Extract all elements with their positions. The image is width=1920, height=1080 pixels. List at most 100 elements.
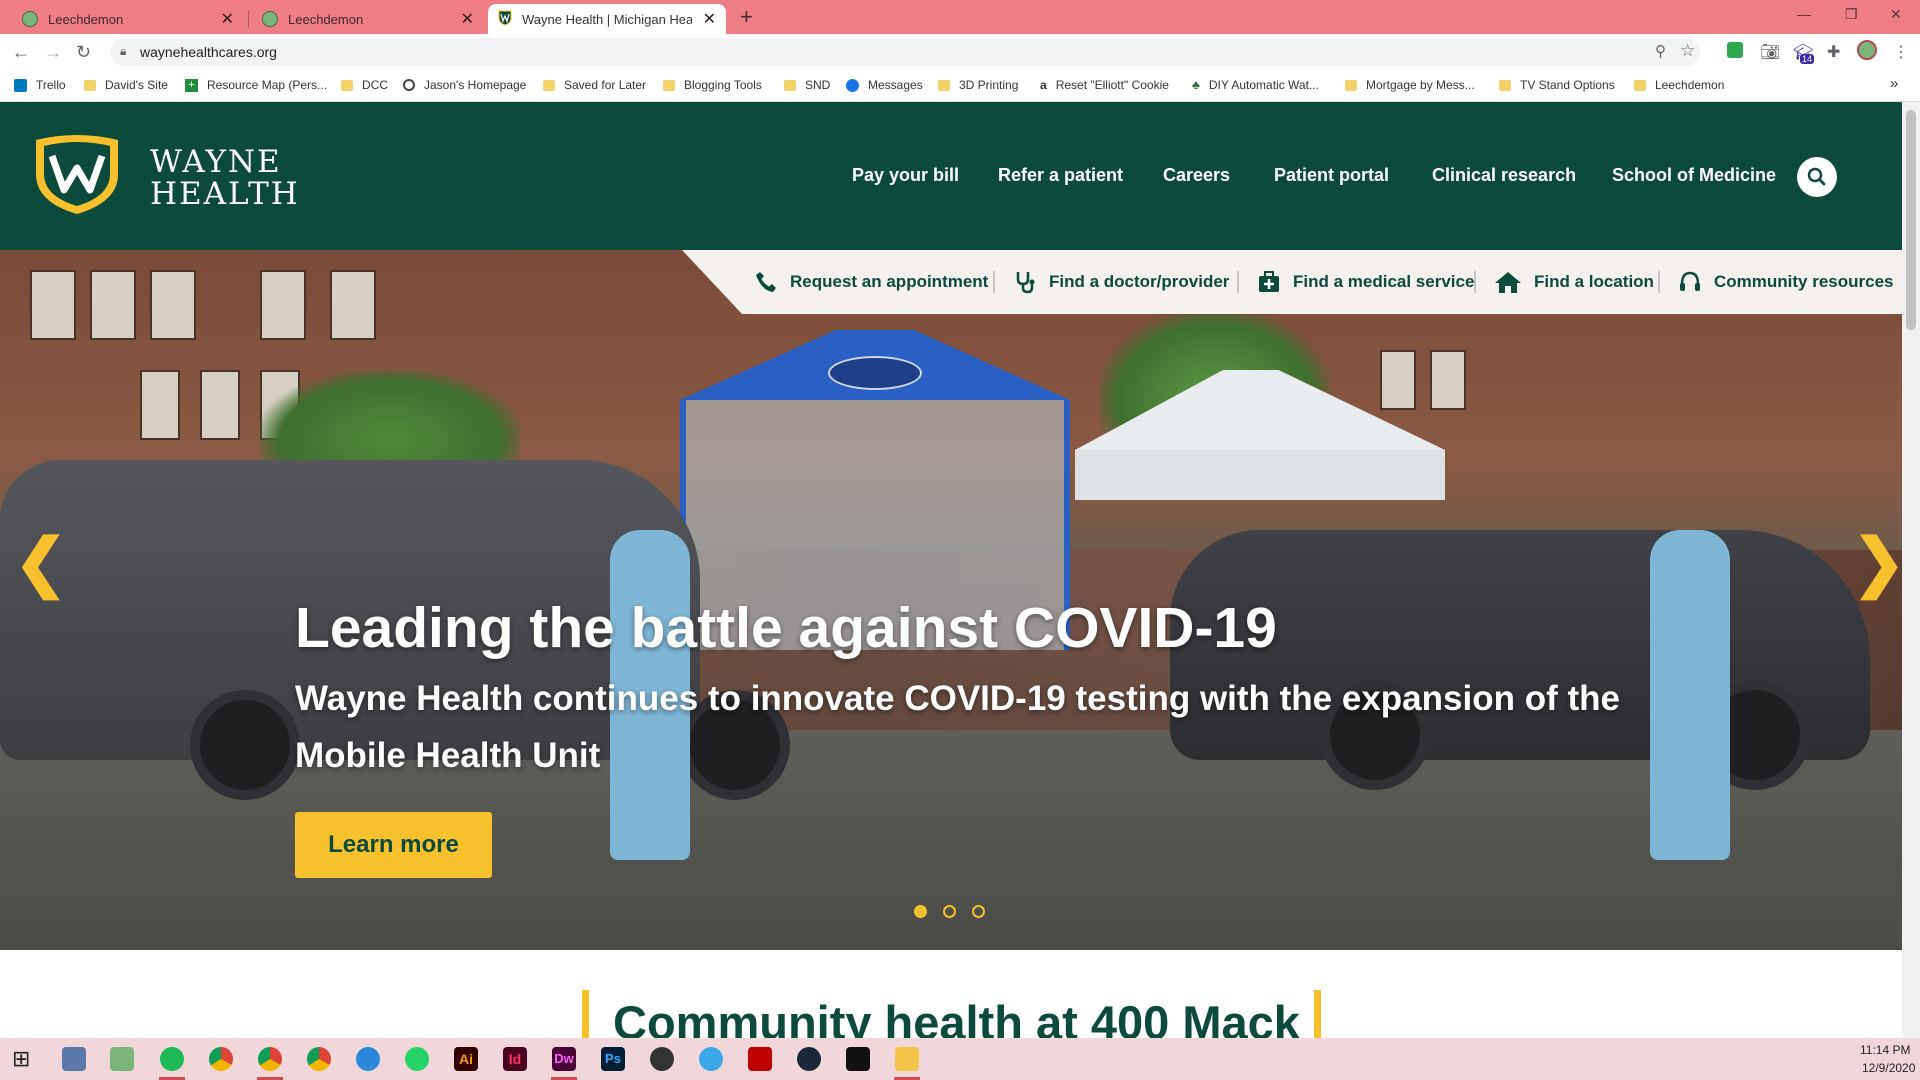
filezilla-icon[interactable] [748, 1047, 772, 1071]
bookmark-leechdemon[interactable]: Leechdemon [1634, 78, 1724, 92]
bookmark-reset-cookie[interactable]: a Reset "Elliott" Cookie [1040, 78, 1169, 92]
bookmark-messages[interactable]: Messages [846, 78, 923, 92]
sourcetree-icon[interactable] [699, 1047, 723, 1071]
minimize-icon[interactable]: — [1797, 6, 1811, 22]
acrobat-icon[interactable] [846, 1047, 870, 1071]
restore-icon[interactable]: ❐ [1845, 6, 1858, 23]
plus-icon: + [185, 78, 198, 92]
folder-icon [84, 79, 96, 91]
folder-icon [1345, 79, 1357, 91]
back-icon[interactable]: ← [12, 42, 30, 63]
bookmark-mortgage[interactable]: Mortgage by Mess... [1345, 78, 1475, 92]
scrollbar-thumb[interactable] [1906, 110, 1916, 330]
bookmark-jasons-homepage[interactable]: Jason's Homepage [403, 78, 526, 92]
quicklink-request-appointment[interactable]: Request an appointment [754, 270, 988, 294]
browser-toolbar: ← → ↻ 🔒︎ waynehealthcares.org ⚲ ☆ 📷︎ 🎓︎ … [0, 34, 1920, 70]
dreamweaver-icon[interactable]: Dw [552, 1047, 576, 1071]
carousel-dot[interactable] [914, 905, 927, 918]
carousel-prev-icon[interactable]: ❮ [14, 525, 68, 600]
extension-green-icon[interactable] [1727, 42, 1743, 58]
github-icon[interactable] [650, 1047, 674, 1071]
bookmark-blogging-tools[interactable]: Blogging Tools [663, 78, 762, 92]
location-pin-icon[interactable]: ⚲ [1655, 42, 1666, 60]
spotify-icon[interactable] [160, 1047, 184, 1071]
nav-careers[interactable]: Careers [1163, 165, 1230, 186]
chrome-icon[interactable] [209, 1047, 233, 1071]
file-explorer-icon[interactable] [895, 1047, 919, 1071]
puzzle-extensions-icon[interactable]: ✚ [1827, 42, 1840, 62]
clock-date[interactable]: 12/9/2020 [1862, 1061, 1915, 1075]
close-icon[interactable]: ✕ [461, 9, 474, 29]
wayne-health-favicon-icon [498, 10, 512, 29]
chrome-icon[interactable] [258, 1047, 282, 1071]
profile-avatar-icon[interactable] [1857, 40, 1877, 60]
new-tab-button[interactable]: + [740, 4, 753, 30]
carousel-dot[interactable] [972, 905, 985, 918]
lock-icon[interactable]: 🔒︎ [120, 44, 126, 59]
nav-clinical-research[interactable]: Clinical research [1432, 165, 1576, 186]
clock-time[interactable]: 11:14 PM [1860, 1043, 1910, 1057]
nav-refer-a-patient[interactable]: Refer a patient [998, 165, 1123, 186]
bookmark-tv-stand[interactable]: TV Stand Options [1499, 78, 1615, 92]
quicklink-community-resources[interactable]: Community resources [1678, 270, 1894, 294]
calculator-icon[interactable] [62, 1047, 86, 1071]
more-menu-icon[interactable]: ⋮ [1893, 42, 1909, 62]
bookmark-davids-site[interactable]: David's Site [84, 78, 168, 92]
stethoscope-icon [1016, 272, 1035, 294]
search-button[interactable] [1797, 157, 1837, 197]
logo-wordmark-line2[interactable]: HEALTH [150, 176, 300, 212]
forward-icon[interactable]: → [44, 42, 62, 63]
illustrator-icon[interactable]: Ai [454, 1047, 478, 1071]
home-icon [1495, 272, 1521, 293]
folder-icon [784, 79, 796, 91]
browser-tab[interactable]: Leechdemon ✕ [252, 4, 484, 34]
steam-icon[interactable] [797, 1047, 821, 1071]
bookmark-snd[interactable]: SND [784, 78, 830, 92]
browser-tab-active[interactable]: Wayne Health | Michigan Health ✕ [488, 4, 726, 34]
trello-icon [14, 78, 27, 92]
quicklink-find-medical-service[interactable]: Find a medical service [1257, 270, 1474, 294]
photos-icon[interactable] [110, 1047, 134, 1071]
bookmark-trello[interactable]: Trello [14, 78, 66, 92]
browser-tab[interactable]: Leechdemon ✕ [12, 4, 244, 34]
indesign-icon[interactable]: Id [503, 1047, 527, 1071]
address-bar[interactable]: 🔒︎ waynehealthcares.org ⚲ ☆ [110, 38, 1700, 66]
window-close-icon[interactable]: ✕ [1890, 6, 1902, 23]
close-icon[interactable]: ✕ [703, 9, 716, 29]
bookmark-star-icon[interactable]: ☆ [1680, 41, 1695, 61]
headset-icon [1680, 271, 1700, 291]
bookmarks-overflow-icon[interactable]: » [1890, 75, 1898, 92]
amazon-icon: a [1040, 78, 1047, 92]
nav-pay-your-bill[interactable]: Pay your bill [852, 165, 959, 186]
page-scrollbar[interactable] [1902, 102, 1920, 1038]
nav-school-of-medicine[interactable]: School of Medicine [1612, 165, 1776, 186]
bookmark-diy-automatic[interactable]: ♣ DIY Automatic Wat... [1192, 78, 1319, 92]
wayne-health-logo-icon[interactable] [32, 134, 122, 216]
bookmark-3d-printing[interactable]: 3D Printing [938, 78, 1018, 92]
carousel-dot[interactable] [943, 905, 956, 918]
bookmark-dcc[interactable]: DCC [341, 78, 388, 92]
quicklink-find-location[interactable]: Find a location [1494, 270, 1654, 294]
photoshop-icon[interactable]: Ps [601, 1047, 625, 1071]
bookmark-resource-map[interactable]: + Resource Map (Pers... [185, 78, 327, 92]
whatsapp-icon[interactable] [405, 1047, 429, 1071]
edge-icon[interactable] [356, 1047, 380, 1071]
folder-icon [1499, 79, 1511, 91]
folder-icon [663, 79, 675, 91]
chrome-icon[interactable] [307, 1047, 331, 1071]
url-text[interactable]: waynehealthcares.org [140, 44, 277, 60]
quicklink-find-doctor[interactable]: Find a doctor/provider [1013, 270, 1229, 294]
globe-icon [403, 79, 415, 91]
nav-patient-portal[interactable]: Patient portal [1274, 165, 1389, 186]
folder-icon [341, 79, 353, 91]
carousel-next-icon[interactable]: ❯ [1852, 525, 1902, 600]
close-icon[interactable]: ✕ [221, 9, 234, 29]
bookmark-saved-for-later[interactable]: Saved for Later [543, 78, 646, 92]
hero-subtitle: Wayne Health continues to innovate COVID… [295, 679, 1620, 775]
folder-icon [938, 79, 950, 91]
learn-more-button[interactable]: Learn more [295, 812, 492, 878]
reload-icon[interactable]: ↻ [76, 42, 91, 63]
logo-wordmark-line1[interactable]: WAYNE [150, 144, 282, 180]
camera-extension-icon[interactable]: 📷︎ [1760, 42, 1780, 62]
windows-start-icon[interactable]: ⊞ [12, 1046, 30, 1072]
